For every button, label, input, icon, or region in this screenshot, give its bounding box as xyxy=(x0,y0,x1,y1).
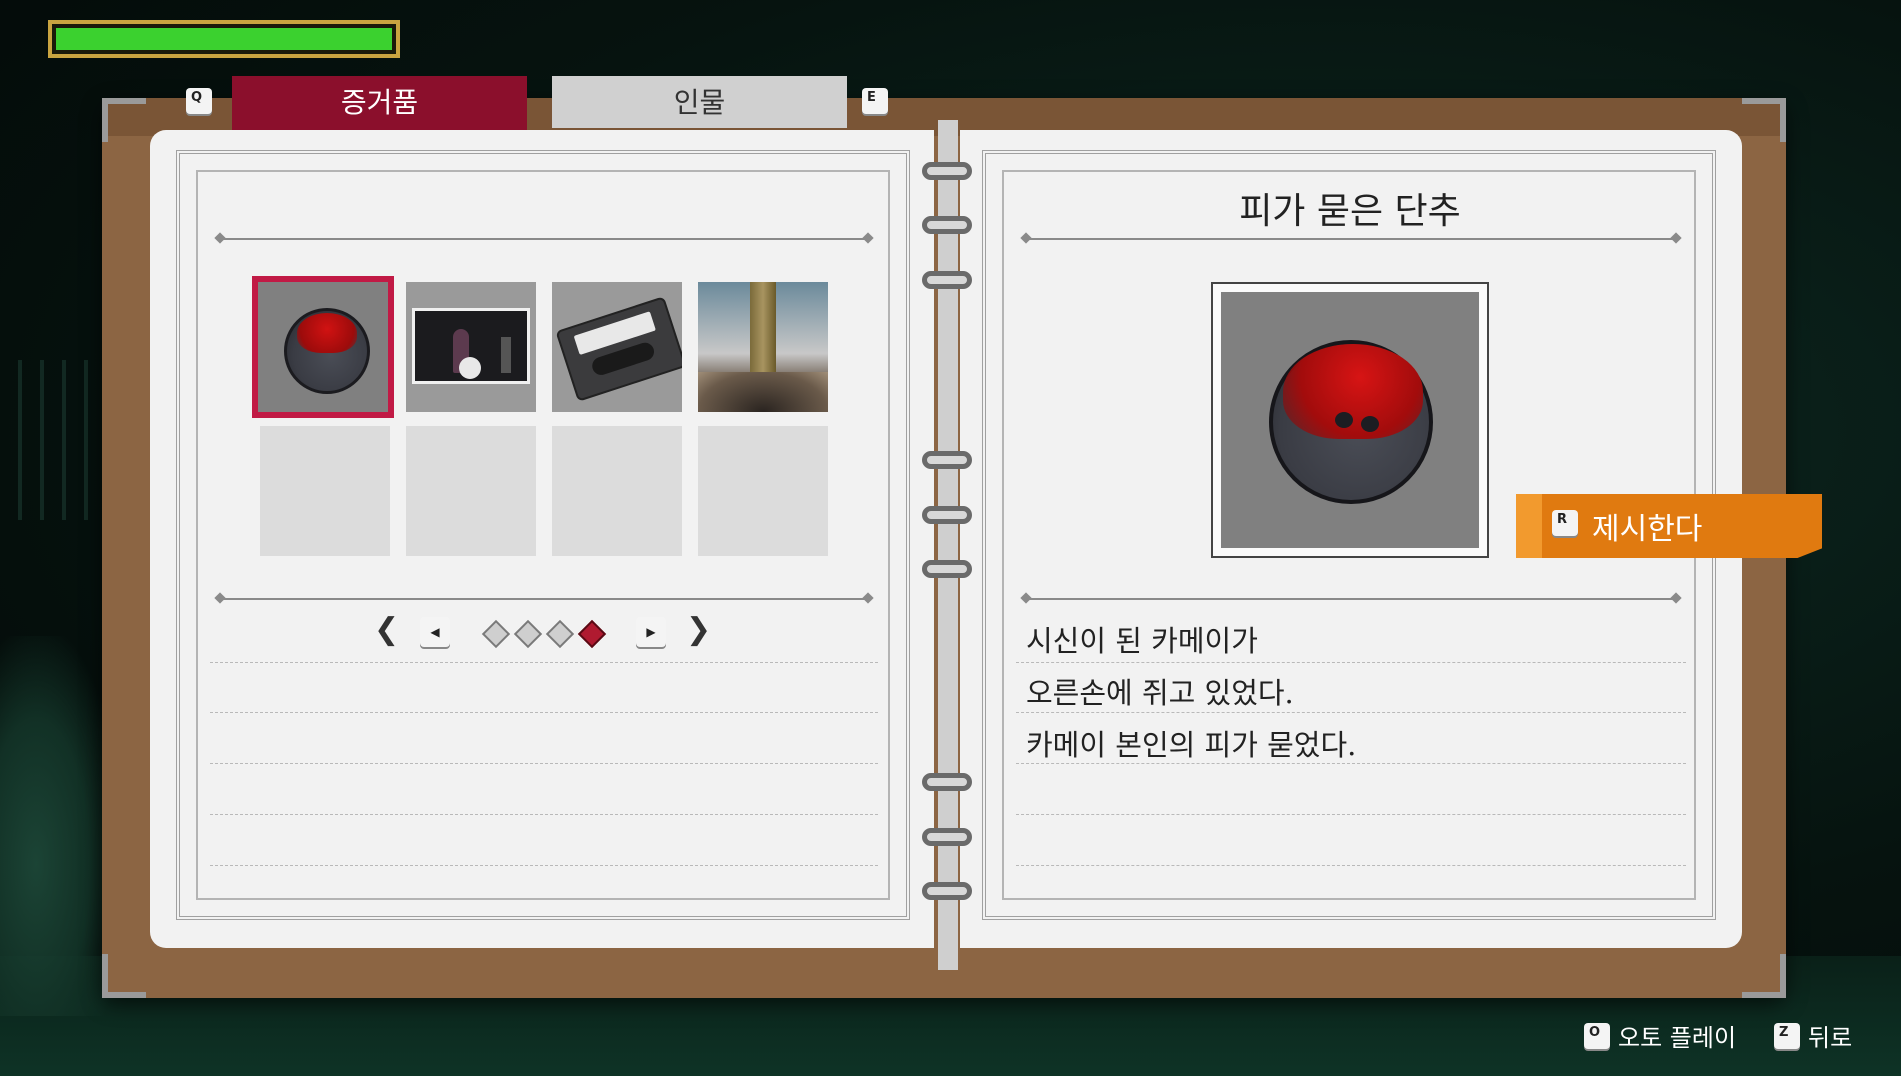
corner-bottom-right xyxy=(1742,954,1786,998)
prev-page-button[interactable]: ◀ xyxy=(420,617,450,647)
present-key: R xyxy=(1552,510,1578,536)
binder-ring xyxy=(922,560,972,578)
tab-evidence-label: 증거품 xyxy=(340,86,419,119)
back-label: 뒤로 xyxy=(1808,1024,1853,1052)
binder-ring xyxy=(922,271,972,289)
first-page-chevron-icon[interactable]: ❮ xyxy=(374,612,399,647)
ruled-line xyxy=(210,712,878,713)
evidence-title: 피가 묻은 단추 xyxy=(1239,191,1461,232)
binder-ring xyxy=(922,506,972,524)
ruled-line xyxy=(210,763,878,764)
description-line-3: 카메이 본인의 피가 묻었다. xyxy=(1026,728,1357,762)
evidence-thumb-2[interactable] xyxy=(406,282,536,412)
ruled-line xyxy=(210,662,878,663)
description-line-2: 오른손에 쥐고 있었다. xyxy=(1026,676,1294,710)
last-page-chevron-icon[interactable]: ❯ xyxy=(686,612,711,647)
cassette-tape-icon xyxy=(555,296,682,402)
evidence-thumb-1[interactable] xyxy=(252,276,394,418)
snowman-scene-photo-icon xyxy=(412,308,530,384)
corner-top-left xyxy=(102,98,146,142)
back-key: Z xyxy=(1774,1022,1800,1049)
binder-ring xyxy=(922,451,972,469)
description-line-1: 시신이 된 카메이가 xyxy=(1026,624,1258,658)
divider-top xyxy=(220,238,868,240)
ruled-line xyxy=(1016,662,1686,663)
hint-back[interactable]: Z 뒤로 xyxy=(1774,1018,1852,1053)
bloody-button-large-icon xyxy=(1269,340,1433,504)
ruled-line xyxy=(1016,814,1686,815)
evidence-slot-empty[interactable] xyxy=(552,426,682,556)
binder-ring xyxy=(922,828,972,846)
tab-person-label: 인물 xyxy=(673,86,726,119)
auto-play-label: 오토 플레이 xyxy=(1618,1024,1737,1052)
evidence-image-frame xyxy=(1211,282,1489,558)
present-button-label: 제시한다 xyxy=(1592,512,1703,547)
ruled-line xyxy=(1016,763,1686,764)
ruled-line xyxy=(210,814,878,815)
bloody-button-icon xyxy=(284,308,370,394)
hint-auto-play[interactable]: O 오토 플레이 xyxy=(1584,1018,1736,1053)
auto-play-key: O xyxy=(1584,1022,1610,1049)
evidence-image xyxy=(1221,292,1479,548)
divider-top-right xyxy=(1026,238,1676,240)
ruled-line xyxy=(1016,865,1686,866)
snowy-pole-photo-icon xyxy=(698,282,828,412)
binder-ring xyxy=(922,882,972,900)
tab-prev-key[interactable]: Q xyxy=(186,88,212,114)
health-bar-fill xyxy=(56,28,392,50)
background-fence xyxy=(0,360,100,520)
tab-next-key[interactable]: E xyxy=(862,88,888,114)
ruled-line xyxy=(210,865,878,866)
binder-ring xyxy=(922,773,972,791)
evidence-thumb-3[interactable] xyxy=(552,282,682,412)
ruled-line xyxy=(1016,712,1686,713)
divider-middle-right xyxy=(1026,598,1676,600)
evidence-slot-empty[interactable] xyxy=(406,426,536,556)
evidence-thumb-4[interactable] xyxy=(698,282,828,412)
present-button[interactable]: R 제시한다 xyxy=(1516,494,1822,558)
health-bar xyxy=(48,20,400,58)
binder-ring xyxy=(922,162,972,180)
divider-middle xyxy=(220,598,868,600)
evidence-slot-empty[interactable] xyxy=(260,426,390,556)
tab-person[interactable]: 인물 xyxy=(552,76,847,128)
corner-bottom-left xyxy=(102,954,146,998)
binder-ring xyxy=(922,216,972,234)
evidence-slot-empty[interactable] xyxy=(698,426,828,556)
corner-top-right xyxy=(1742,98,1786,142)
next-page-button[interactable]: ▶ xyxy=(636,617,666,647)
present-button-accent xyxy=(1516,494,1542,558)
